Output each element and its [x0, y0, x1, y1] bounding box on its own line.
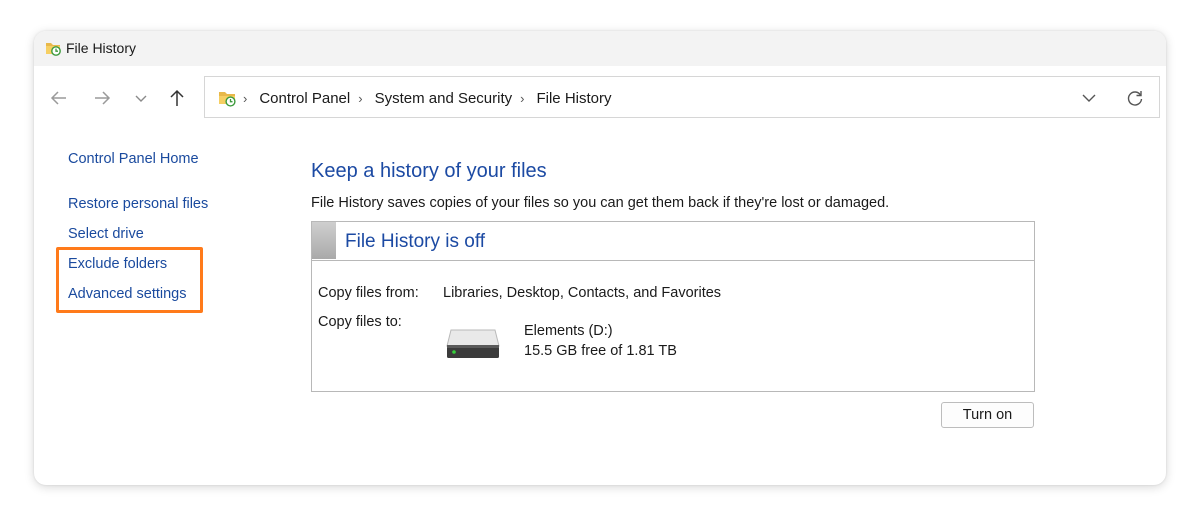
address-bar[interactable]: › Control Panel › System and Security › … — [204, 76, 1160, 118]
hard-drive-icon — [446, 329, 500, 358]
page-title: Keep a history of your files — [311, 160, 547, 182]
file-history-location-icon — [219, 92, 236, 107]
status-indicator — [312, 222, 336, 259]
recent-locations-button[interactable] — [130, 87, 152, 109]
breadcrumb-system-and-security[interactable]: System and Security — [375, 90, 513, 107]
status-title: File History is off — [345, 231, 486, 252]
page-description: File History saves copies of your files … — [311, 195, 890, 211]
window-title: File History — [66, 40, 137, 56]
breadcrumb-separator-icon: › — [358, 90, 363, 106]
sidebar-item-select-drive[interactable]: Select drive — [68, 226, 144, 242]
status-panel-header: File History is off — [312, 222, 1034, 261]
breadcrumb-separator-icon: › — [243, 90, 248, 106]
chevron-down-icon — [135, 95, 147, 102]
highlight-box — [56, 247, 203, 313]
breadcrumb-separator-icon: › — [520, 90, 525, 106]
file-history-window: File History › Control Panel › System an… — [34, 31, 1166, 485]
breadcrumb-file-history[interactable]: File History — [536, 90, 611, 107]
drive-name: Elements (D:) — [524, 323, 613, 339]
arrow-right-icon — [95, 91, 111, 105]
chevron-down-icon[interactable] — [1079, 88, 1099, 108]
sidebar-item-restore-personal-files[interactable]: Restore personal files — [68, 196, 208, 212]
back-button[interactable] — [48, 87, 70, 109]
arrow-left-icon — [50, 91, 66, 105]
turn-on-button[interactable]: Turn on — [941, 402, 1034, 428]
copy-to-label: Copy files to: — [318, 314, 402, 330]
drive-free-space: 15.5 GB free of 1.81 TB — [524, 343, 677, 359]
status-panel: File History is off Copy files from: Lib… — [311, 221, 1035, 392]
breadcrumb: › Control Panel › System and Security › … — [243, 88, 612, 108]
copy-from-label: Copy files from: — [318, 285, 419, 301]
breadcrumb-control-panel[interactable]: Control Panel — [259, 90, 350, 107]
refresh-icon[interactable] — [1125, 88, 1145, 108]
file-history-app-icon — [46, 43, 61, 56]
copy-from-value: Libraries, Desktop, Contacts, and Favori… — [443, 285, 722, 301]
title-bar: File History — [34, 31, 1166, 66]
forward-button[interactable] — [91, 87, 113, 109]
arrow-up-icon — [170, 89, 184, 106]
sidebar-item-control-panel-home[interactable]: Control Panel Home — [68, 151, 199, 167]
up-button[interactable] — [166, 87, 188, 109]
